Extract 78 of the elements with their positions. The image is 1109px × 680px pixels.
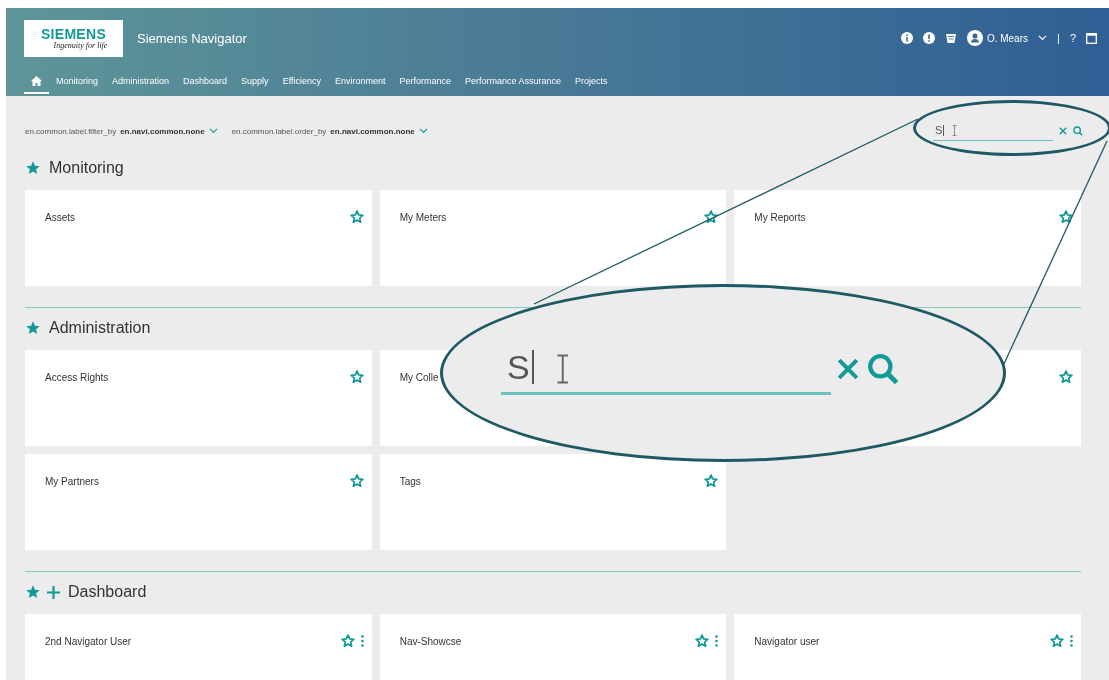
star-outline-icon[interactable] (349, 474, 364, 488)
tile-card[interactable]: 2nd Navigator User (25, 614, 372, 680)
search-icon[interactable] (1073, 126, 1083, 136)
tile-title: Tags (399, 476, 421, 487)
nav-tab[interactable]: Administration (105, 70, 177, 94)
chevron-down-icon (1038, 35, 1047, 41)
filter-dropdown[interactable]: en.common.label.filter_by en.navi.common.none (25, 126, 218, 136)
star-outline-icon[interactable] (695, 634, 710, 648)
star-filled-icon[interactable] (25, 160, 41, 176)
nav-tab[interactable]: Dashboard (176, 70, 235, 94)
tile-title: Navigator user (754, 636, 820, 647)
section-title: Administration (49, 319, 151, 337)
nav-tab[interactable]: Projects (568, 70, 615, 94)
nav-tab[interactable]: Performance (392, 70, 459, 94)
tile-title: My Colle (399, 372, 439, 383)
tile-card[interactable]: Tags (379, 454, 727, 550)
tile-title: My Partners (45, 476, 99, 487)
star-outline-icon[interactable] (1050, 634, 1064, 648)
more-vertical-icon[interactable] (715, 635, 719, 647)
plus-icon[interactable] (47, 585, 60, 599)
user-avatar-icon[interactable] (966, 30, 983, 46)
tile-title: 2nd Navigator User (45, 636, 132, 647)
star-filled-icon[interactable] (25, 320, 41, 336)
search-icon[interactable] (867, 353, 899, 385)
window-icon[interactable] (1086, 32, 1097, 44)
close-icon[interactable] (1059, 127, 1067, 135)
nav-tab[interactable]: Performance Assurance (458, 70, 569, 94)
nav-tab[interactable]: Efficiency (275, 70, 328, 94)
tile-title: Access Rights (45, 372, 109, 383)
tile-card[interactable]: Navigator user (734, 614, 1081, 680)
filter-value: en.navi.common.none (120, 126, 205, 136)
star-outline-icon[interactable] (1059, 210, 1073, 224)
siemens-logo[interactable]: SIEMENS Ingenuity for life (24, 19, 123, 57)
star-outline-icon[interactable] (1059, 370, 1073, 384)
text-cursor-icon (952, 125, 958, 136)
filter-value: en.navi.common.none (330, 126, 415, 136)
filter-label: en.common.label.order_by (231, 126, 327, 136)
tile-title: My Meters (399, 212, 447, 223)
tile-card[interactable]: Nav-Showcse (379, 614, 727, 680)
tile-title: Nav-Showcse (399, 636, 462, 647)
info-icon[interactable] (900, 32, 913, 44)
more-vertical-icon[interactable] (1070, 635, 1073, 647)
star-outline-icon[interactable] (349, 370, 364, 384)
tile-card[interactable]: My Partners (25, 454, 372, 550)
close-icon[interactable] (837, 358, 859, 380)
tile-card[interactable]: Assets (25, 190, 372, 286)
logo-tagline: Ingenuity for life (53, 40, 108, 50)
separator: | (1057, 32, 1060, 44)
star-outline-icon[interactable] (704, 474, 719, 488)
nav-tab[interactable]: Environment (328, 70, 393, 94)
tile-title: My Reports (754, 212, 806, 223)
chevron-down-icon (418, 128, 428, 134)
tile-card[interactable]: My Meters (379, 190, 727, 286)
tile-card[interactable]: Access Rights (25, 350, 372, 446)
tile-card[interactable]: My Reports (734, 190, 1081, 286)
help-link[interactable]: ? (1069, 32, 1076, 44)
magnified-search-value: S (507, 350, 534, 384)
section-title: Monitoring (49, 159, 124, 177)
chevron-down-icon (208, 128, 218, 134)
tile-title: Assets (45, 212, 75, 223)
more-vertical-icon[interactable] (360, 635, 364, 647)
star-outline-icon[interactable] (704, 210, 719, 224)
home-icon (31, 76, 42, 86)
star-outline-icon[interactable] (340, 634, 355, 648)
star-filled-icon[interactable] (25, 584, 41, 600)
logo-brand: SIEMENS (40, 26, 107, 41)
nav-tab[interactable]: Supply (234, 70, 276, 94)
basket-icon[interactable] (944, 32, 957, 44)
app-title: Siemens Navigator (137, 30, 247, 46)
text-cursor-icon (555, 354, 570, 384)
filter-label: en.common.label.filter_by (25, 126, 117, 136)
search-field[interactable]: S (933, 121, 1053, 141)
search-value: S (935, 125, 945, 136)
section-title: Dashboard (68, 583, 147, 601)
star-outline-icon[interactable] (349, 210, 364, 224)
user-name[interactable]: O. Mears (986, 32, 1028, 44)
filter-dropdown[interactable]: en.common.label.order_by en.navi.common.none (231, 126, 428, 136)
alert-icon[interactable] (922, 32, 935, 44)
